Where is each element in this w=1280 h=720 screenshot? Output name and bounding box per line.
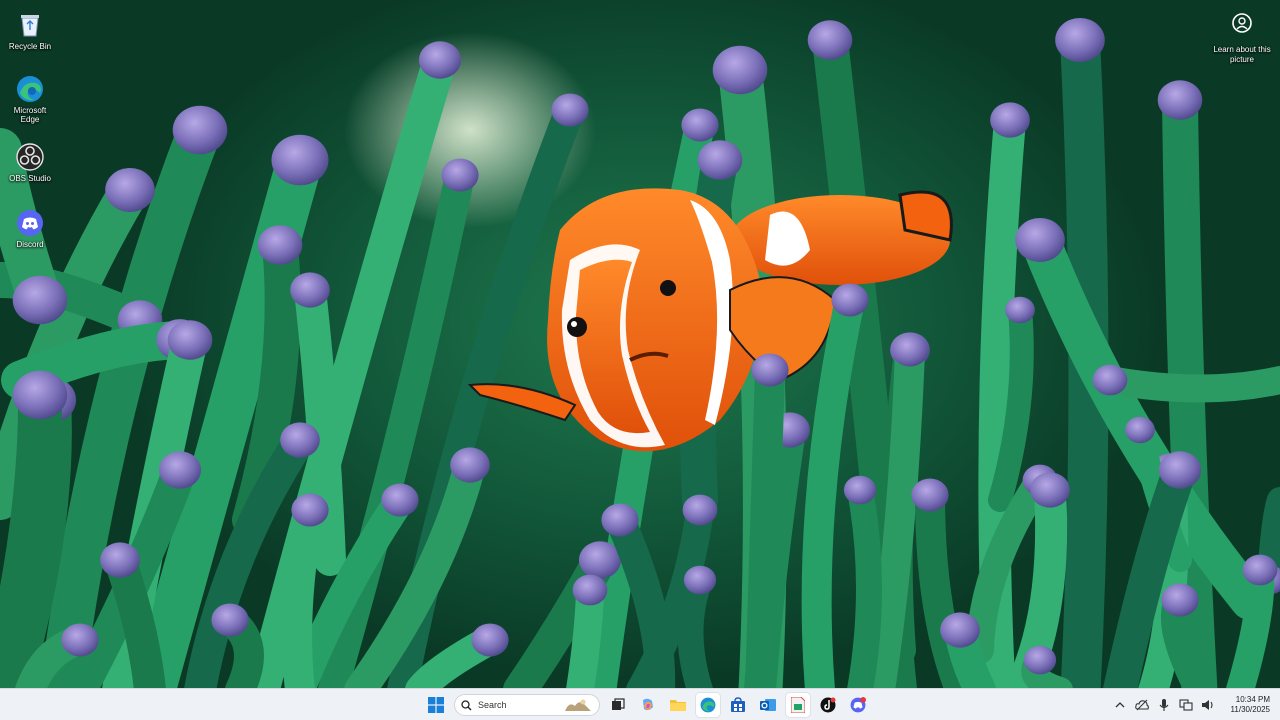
camera-icon <box>1231 12 1253 39</box>
desktop-icon-label: Recycle Bin <box>8 42 52 51</box>
copilot-button[interactable] <box>636 693 660 717</box>
cloud-sync-icon[interactable] <box>1134 698 1149 712</box>
store-button[interactable] <box>726 693 750 717</box>
edge-icon <box>15 74 45 104</box>
taskbar-apps: Search <box>424 689 870 720</box>
edge-taskbar-button[interactable] <box>696 693 720 717</box>
network-icon[interactable] <box>1178 698 1193 712</box>
learn-about-picture-label: Learn about this picture <box>1213 45 1271 64</box>
taskbar-search-box[interactable]: Search <box>454 694 600 716</box>
desktop-icon-label: Microsoft Edge <box>13 106 47 124</box>
start-button[interactable] <box>424 693 448 717</box>
desktop-icon-edge[interactable]: Microsoft Edge <box>4 74 56 124</box>
desktop-icon-label: Discord <box>16 240 44 249</box>
microphone-icon[interactable] <box>1157 698 1171 712</box>
taskbar-clock[interactable]: 10:34 PM 11/30/2025 <box>1231 695 1270 715</box>
discord-icon <box>850 697 866 713</box>
desktop-icon-obs[interactable]: OBS Studio <box>4 142 56 183</box>
chevron-up-icon[interactable] <box>1113 698 1127 712</box>
outlook-button[interactable] <box>756 693 780 717</box>
obs-icon <box>15 142 45 172</box>
folder-icon <box>670 700 686 711</box>
sheets-icon <box>791 697 805 713</box>
file-explorer-button[interactable] <box>666 693 690 717</box>
search-placeholder: Search <box>478 700 507 710</box>
learn-about-picture[interactable]: Learn about this picture <box>1212 12 1272 65</box>
discord-taskbar-button[interactable] <box>846 693 870 717</box>
outlook-icon <box>760 699 776 711</box>
task-view-button[interactable] <box>606 693 630 717</box>
sheets-button[interactable] <box>786 693 810 717</box>
anemone-wallpaper <box>0 18 1280 688</box>
system-tray: 10:34 PM 11/30/2025 <box>1113 689 1270 720</box>
discord-icon <box>15 208 45 238</box>
windows-icon <box>428 697 444 713</box>
desktop-icon-discord[interactable]: Discord <box>4 208 56 249</box>
recycle-bin-icon <box>15 10 45 40</box>
desktop-icon-label: OBS Studio <box>9 174 51 183</box>
desktop-wallpaper: Recycle Bin Microsoft Edge OBS Studio Di… <box>0 0 1280 688</box>
search-highlight-icon <box>565 699 591 711</box>
desktop-icon-recycle-bin[interactable]: Recycle Bin <box>4 10 56 51</box>
volume-icon[interactable] <box>1201 698 1215 712</box>
edge-icon <box>700 697 716 713</box>
clock-date: 11/30/2025 <box>1230 705 1270 714</box>
clock-time: 10:34 PM <box>1235 695 1270 704</box>
taskbar: Search 10:34 PM 11/30/2025 <box>0 688 1280 720</box>
store-icon <box>731 697 745 712</box>
task-view-icon <box>612 698 625 710</box>
search-icon <box>461 699 472 710</box>
tiktok-button[interactable] <box>816 693 840 717</box>
copilot-icon <box>643 698 653 711</box>
tiktok-icon <box>820 697 836 713</box>
